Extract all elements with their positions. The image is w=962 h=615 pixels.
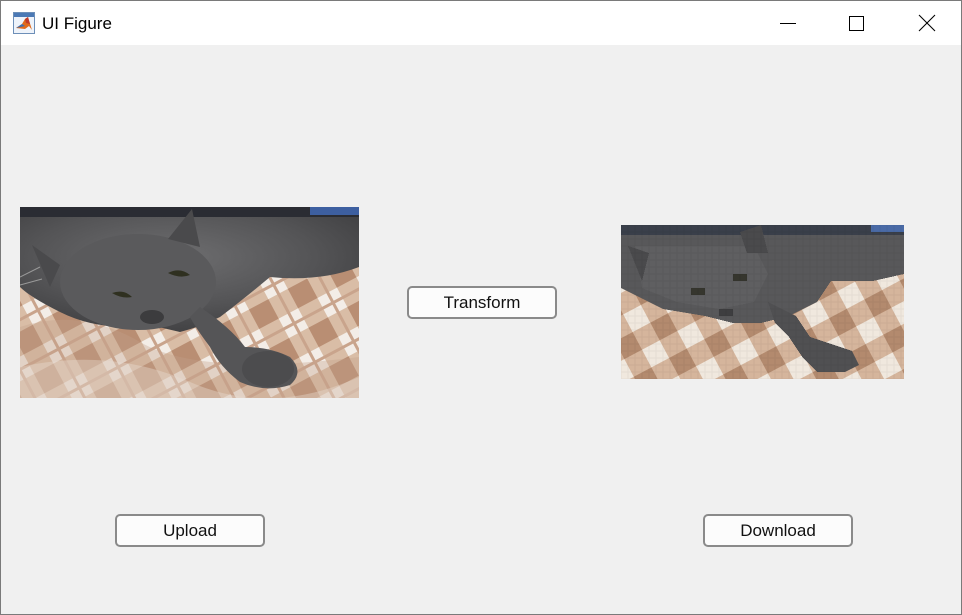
window-title: UI Figure bbox=[42, 14, 112, 33]
upload-button[interactable]: Upload bbox=[115, 514, 265, 547]
ui-figure-window: UI Figure Transform Upload Download bbox=[0, 0, 962, 615]
matlab-logo-icon bbox=[13, 12, 35, 34]
minimize-icon bbox=[780, 23, 796, 24]
minimize-button[interactable] bbox=[753, 1, 821, 45]
close-icon bbox=[918, 14, 936, 32]
maximize-button[interactable] bbox=[822, 1, 890, 45]
download-button[interactable]: Download bbox=[703, 514, 853, 547]
close-button[interactable] bbox=[892, 1, 960, 45]
figure-canvas: Transform Upload Download bbox=[1, 45, 961, 614]
maximize-icon bbox=[849, 16, 864, 31]
transform-button[interactable]: Transform bbox=[407, 286, 557, 319]
title-bar[interactable]: UI Figure bbox=[1, 1, 961, 45]
original-image bbox=[20, 207, 359, 398]
transformed-image bbox=[621, 225, 904, 379]
